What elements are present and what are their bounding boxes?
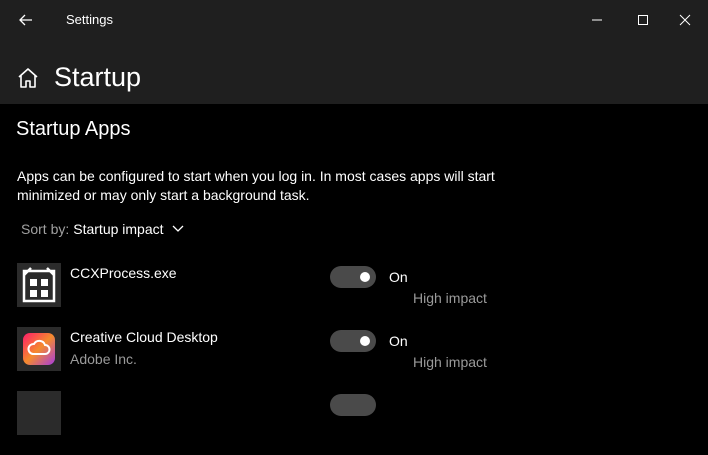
maximize-icon	[638, 15, 648, 25]
list-item	[0, 391, 708, 455]
startup-toggle[interactable]	[330, 394, 376, 416]
home-icon[interactable]	[16, 66, 40, 90]
maximize-button[interactable]	[620, 0, 666, 40]
app-name: CCXProcess.exe	[70, 265, 177, 281]
startup-toggle[interactable]	[330, 330, 376, 352]
page-header: Startup	[0, 40, 708, 104]
chevron-down-icon	[172, 225, 184, 233]
app-publisher: Adobe Inc.	[70, 351, 137, 367]
toggle-knob	[360, 272, 370, 282]
section-title: Startup Apps	[16, 118, 131, 140]
app-name: Creative Cloud Desktop	[70, 329, 218, 345]
section-description: Apps can be configured to start when you…	[17, 168, 495, 203]
toggle-knob	[360, 336, 370, 346]
page-title: Startup	[54, 62, 142, 92]
minimize-button[interactable]	[574, 0, 620, 40]
arrow-left-icon	[19, 14, 32, 26]
list-item: Creative Cloud Desktop Adobe Inc. On Hig…	[0, 327, 708, 391]
startup-toggle[interactable]	[330, 266, 376, 288]
close-icon	[679, 14, 691, 26]
minimize-icon	[592, 19, 602, 21]
sort-dropdown[interactable]: Sort by: Startup impact	[21, 221, 184, 237]
window-title: Settings	[66, 12, 113, 27]
list-item: CCXProcess.exe On High impact	[0, 263, 708, 327]
title-bar: Settings	[0, 0, 708, 40]
back-button[interactable]	[12, 6, 40, 34]
toggle-state: On	[389, 269, 408, 285]
generic-app-icon	[17, 263, 61, 307]
startup-impact: High impact	[413, 290, 487, 306]
toggle-state: On	[389, 333, 408, 349]
sort-label: Sort by:	[21, 221, 70, 237]
startup-impact: High impact	[413, 354, 487, 370]
close-button[interactable]	[662, 0, 708, 40]
sort-value: Startup impact	[73, 221, 164, 237]
creative-cloud-icon	[17, 327, 61, 371]
